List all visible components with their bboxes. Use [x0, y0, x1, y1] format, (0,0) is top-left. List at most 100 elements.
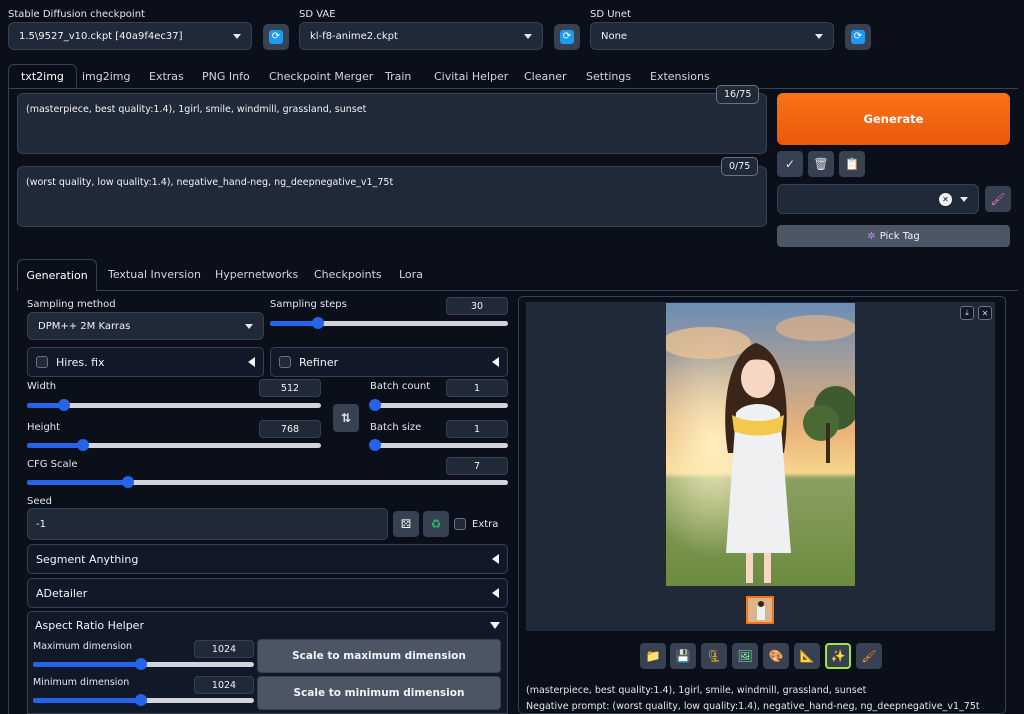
min-dimension-label: Minimum dimension — [33, 677, 130, 688]
slider-knob[interactable] — [369, 399, 381, 411]
extra-seed-toggle[interactable]: Extra — [454, 518, 498, 530]
edit-styles-button[interactable]: 🖌 — [985, 186, 1011, 212]
collapse-left-icon — [248, 357, 255, 367]
batch-size-slider[interactable] — [369, 439, 508, 451]
palette-icon: 🎨 — [768, 649, 784, 663]
clear-prompt-button[interactable]: 🗑 — [808, 151, 834, 177]
tab-png-info[interactable]: PNG Info — [202, 64, 250, 88]
height-slider[interactable] — [27, 439, 321, 451]
collapse-left-icon — [492, 588, 499, 598]
negative-prompt-textarea[interactable]: (worst quality, low quality:1.4), negati… — [17, 166, 767, 227]
subtab-lora[interactable]: Lora — [399, 268, 423, 281]
slider-knob[interactable] — [76, 439, 89, 451]
seed-input[interactable]: -1 — [27, 508, 388, 540]
swap-dimensions-button[interactable]: ⇅ — [333, 404, 359, 432]
prompt-textarea[interactable]: (masterpiece, best quality:1.4), 1girl, … — [17, 93, 767, 154]
send-to-inpaint-button[interactable]: 🎨 — [763, 643, 789, 669]
tab-civitai-helper[interactable]: Civitai Helper — [434, 64, 508, 88]
width-slider[interactable] — [27, 399, 321, 411]
expand-down-icon[interactable] — [490, 622, 500, 629]
sampling-steps-slider[interactable] — [270, 317, 508, 329]
random-seed-button[interactable]: ⚄ — [393, 511, 419, 537]
refiner-accordion[interactable]: Refiner — [270, 347, 508, 377]
close-icon[interactable]: ✕ — [978, 306, 992, 320]
batch-size-input[interactable]: 1 — [446, 420, 508, 438]
extra-checkbox[interactable] — [454, 518, 466, 530]
checkpoint-label: Stable Diffusion checkpoint — [8, 9, 145, 20]
segment-anything-accordion[interactable]: Segment Anything — [27, 544, 508, 574]
brush-icon: 🖌 — [861, 649, 877, 663]
pick-tag-button[interactable]: ✲ Pick Tag — [777, 225, 1010, 247]
pick-tag-label: Pick Tag — [879, 230, 920, 242]
batch-count-input[interactable]: 1 — [446, 379, 508, 397]
tab-settings[interactable]: Settings — [586, 64, 631, 88]
dice-icon: ⚄ — [400, 517, 412, 531]
swap-icon: ⇅ — [340, 411, 352, 425]
cfg-scale-slider[interactable] — [27, 476, 508, 488]
styles-dropdown[interactable]: ✕ — [777, 184, 979, 214]
upscale-button[interactable]: ✨ — [825, 643, 851, 669]
checkpoint-dropdown[interactable]: 1.5\9527_v10.ckpt [40a9f4ec37] — [8, 22, 252, 50]
tab-cleaner[interactable]: Cleaner — [524, 64, 567, 88]
send-to-extras-button[interactable]: 📐 — [794, 643, 820, 669]
batch-count-label: Batch count — [370, 381, 431, 392]
save-icon: 💾 — [675, 649, 691, 663]
batch-count-slider[interactable] — [369, 399, 508, 411]
apply-styles-button[interactable]: ✓ — [777, 151, 803, 177]
tab-img2img[interactable]: img2img — [82, 64, 131, 88]
vae-value: kl-f8-anime2.ckpt — [310, 30, 398, 42]
scale-to-max-button[interactable]: Scale to maximum dimension — [257, 639, 501, 673]
min-dimension-slider[interactable] — [33, 694, 254, 706]
max-dimension-input[interactable]: 1024 — [194, 640, 254, 658]
tab-extensions[interactable]: Extensions — [650, 64, 710, 88]
tab-checkpoint-merger[interactable]: Checkpoint Merger — [269, 64, 373, 88]
refresh-checkpoint-button[interactable]: ⟳ — [263, 24, 289, 50]
chevron-down-icon — [233, 33, 241, 39]
slider-knob[interactable] — [311, 317, 324, 329]
tab-txt2img[interactable]: txt2img — [8, 64, 77, 88]
reuse-seed-button[interactable]: ♻ — [423, 511, 449, 537]
zip-button[interactable]: 🗜 — [701, 643, 727, 669]
refiner-checkbox[interactable] — [279, 356, 291, 368]
subtab-checkpoints[interactable]: Checkpoints — [314, 268, 382, 281]
refresh-vae-button[interactable]: ⟳ — [554, 24, 580, 50]
tab-extras[interactable]: Extras — [149, 64, 184, 88]
adetailer-accordion[interactable]: ADetailer — [27, 578, 508, 608]
clear-icon[interactable]: ✕ — [939, 192, 952, 206]
subtab-generation[interactable]: Generation — [17, 259, 97, 291]
paste-button[interactable]: 📋 — [839, 151, 865, 177]
scale-to-min-button[interactable]: Scale to minimum dimension — [257, 676, 501, 710]
refresh-unet-button[interactable]: ⟳ — [845, 24, 871, 50]
generated-image[interactable] — [666, 303, 855, 586]
tab-train[interactable]: Train — [385, 64, 411, 88]
cfg-scale-input[interactable]: 7 — [446, 457, 508, 475]
height-input[interactable]: 768 — [259, 420, 321, 438]
tag-icon: ✲ — [867, 230, 876, 242]
image-thumbnail[interactable] — [746, 596, 774, 624]
width-input[interactable]: 512 — [259, 379, 321, 397]
subtab-textual-inversion[interactable]: Textual Inversion — [108, 268, 201, 281]
unet-dropdown[interactable]: None — [590, 22, 834, 50]
subtab-hypernetworks[interactable]: Hypernetworks — [215, 268, 298, 281]
sampling-steps-input[interactable]: 30 — [446, 297, 508, 315]
save-button[interactable]: 💾 — [670, 643, 696, 669]
refresh-icon: ⟳ — [269, 30, 283, 44]
sampling-steps-label: Sampling steps — [270, 299, 347, 310]
generate-button[interactable]: Generate — [777, 93, 1010, 145]
hires-fix-accordion[interactable]: Hires. fix — [27, 347, 264, 377]
sampling-method-dropdown[interactable]: DPM++ 2M Karras — [27, 312, 264, 340]
open-folder-button[interactable]: 📁 — [640, 643, 666, 669]
paint-button[interactable]: 🖌 — [856, 643, 882, 669]
height-label: Height — [27, 422, 61, 433]
send-to-img2img-button[interactable]: 🖼 — [732, 643, 758, 669]
download-icon[interactable]: ⤓ — [960, 306, 974, 320]
min-dimension-input[interactable]: 1024 — [194, 676, 254, 694]
max-dimension-slider[interactable] — [33, 658, 254, 670]
slider-knob[interactable] — [369, 439, 381, 451]
slider-knob[interactable] — [57, 399, 70, 411]
hires-fix-checkbox[interactable] — [36, 356, 48, 368]
aspect-ratio-helper-label[interactable]: Aspect Ratio Helper — [35, 619, 144, 632]
cfg-scale-label: CFG Scale — [27, 459, 78, 470]
slider-knob[interactable] — [122, 476, 134, 488]
vae-dropdown[interactable]: kl-f8-anime2.ckpt — [299, 22, 543, 50]
